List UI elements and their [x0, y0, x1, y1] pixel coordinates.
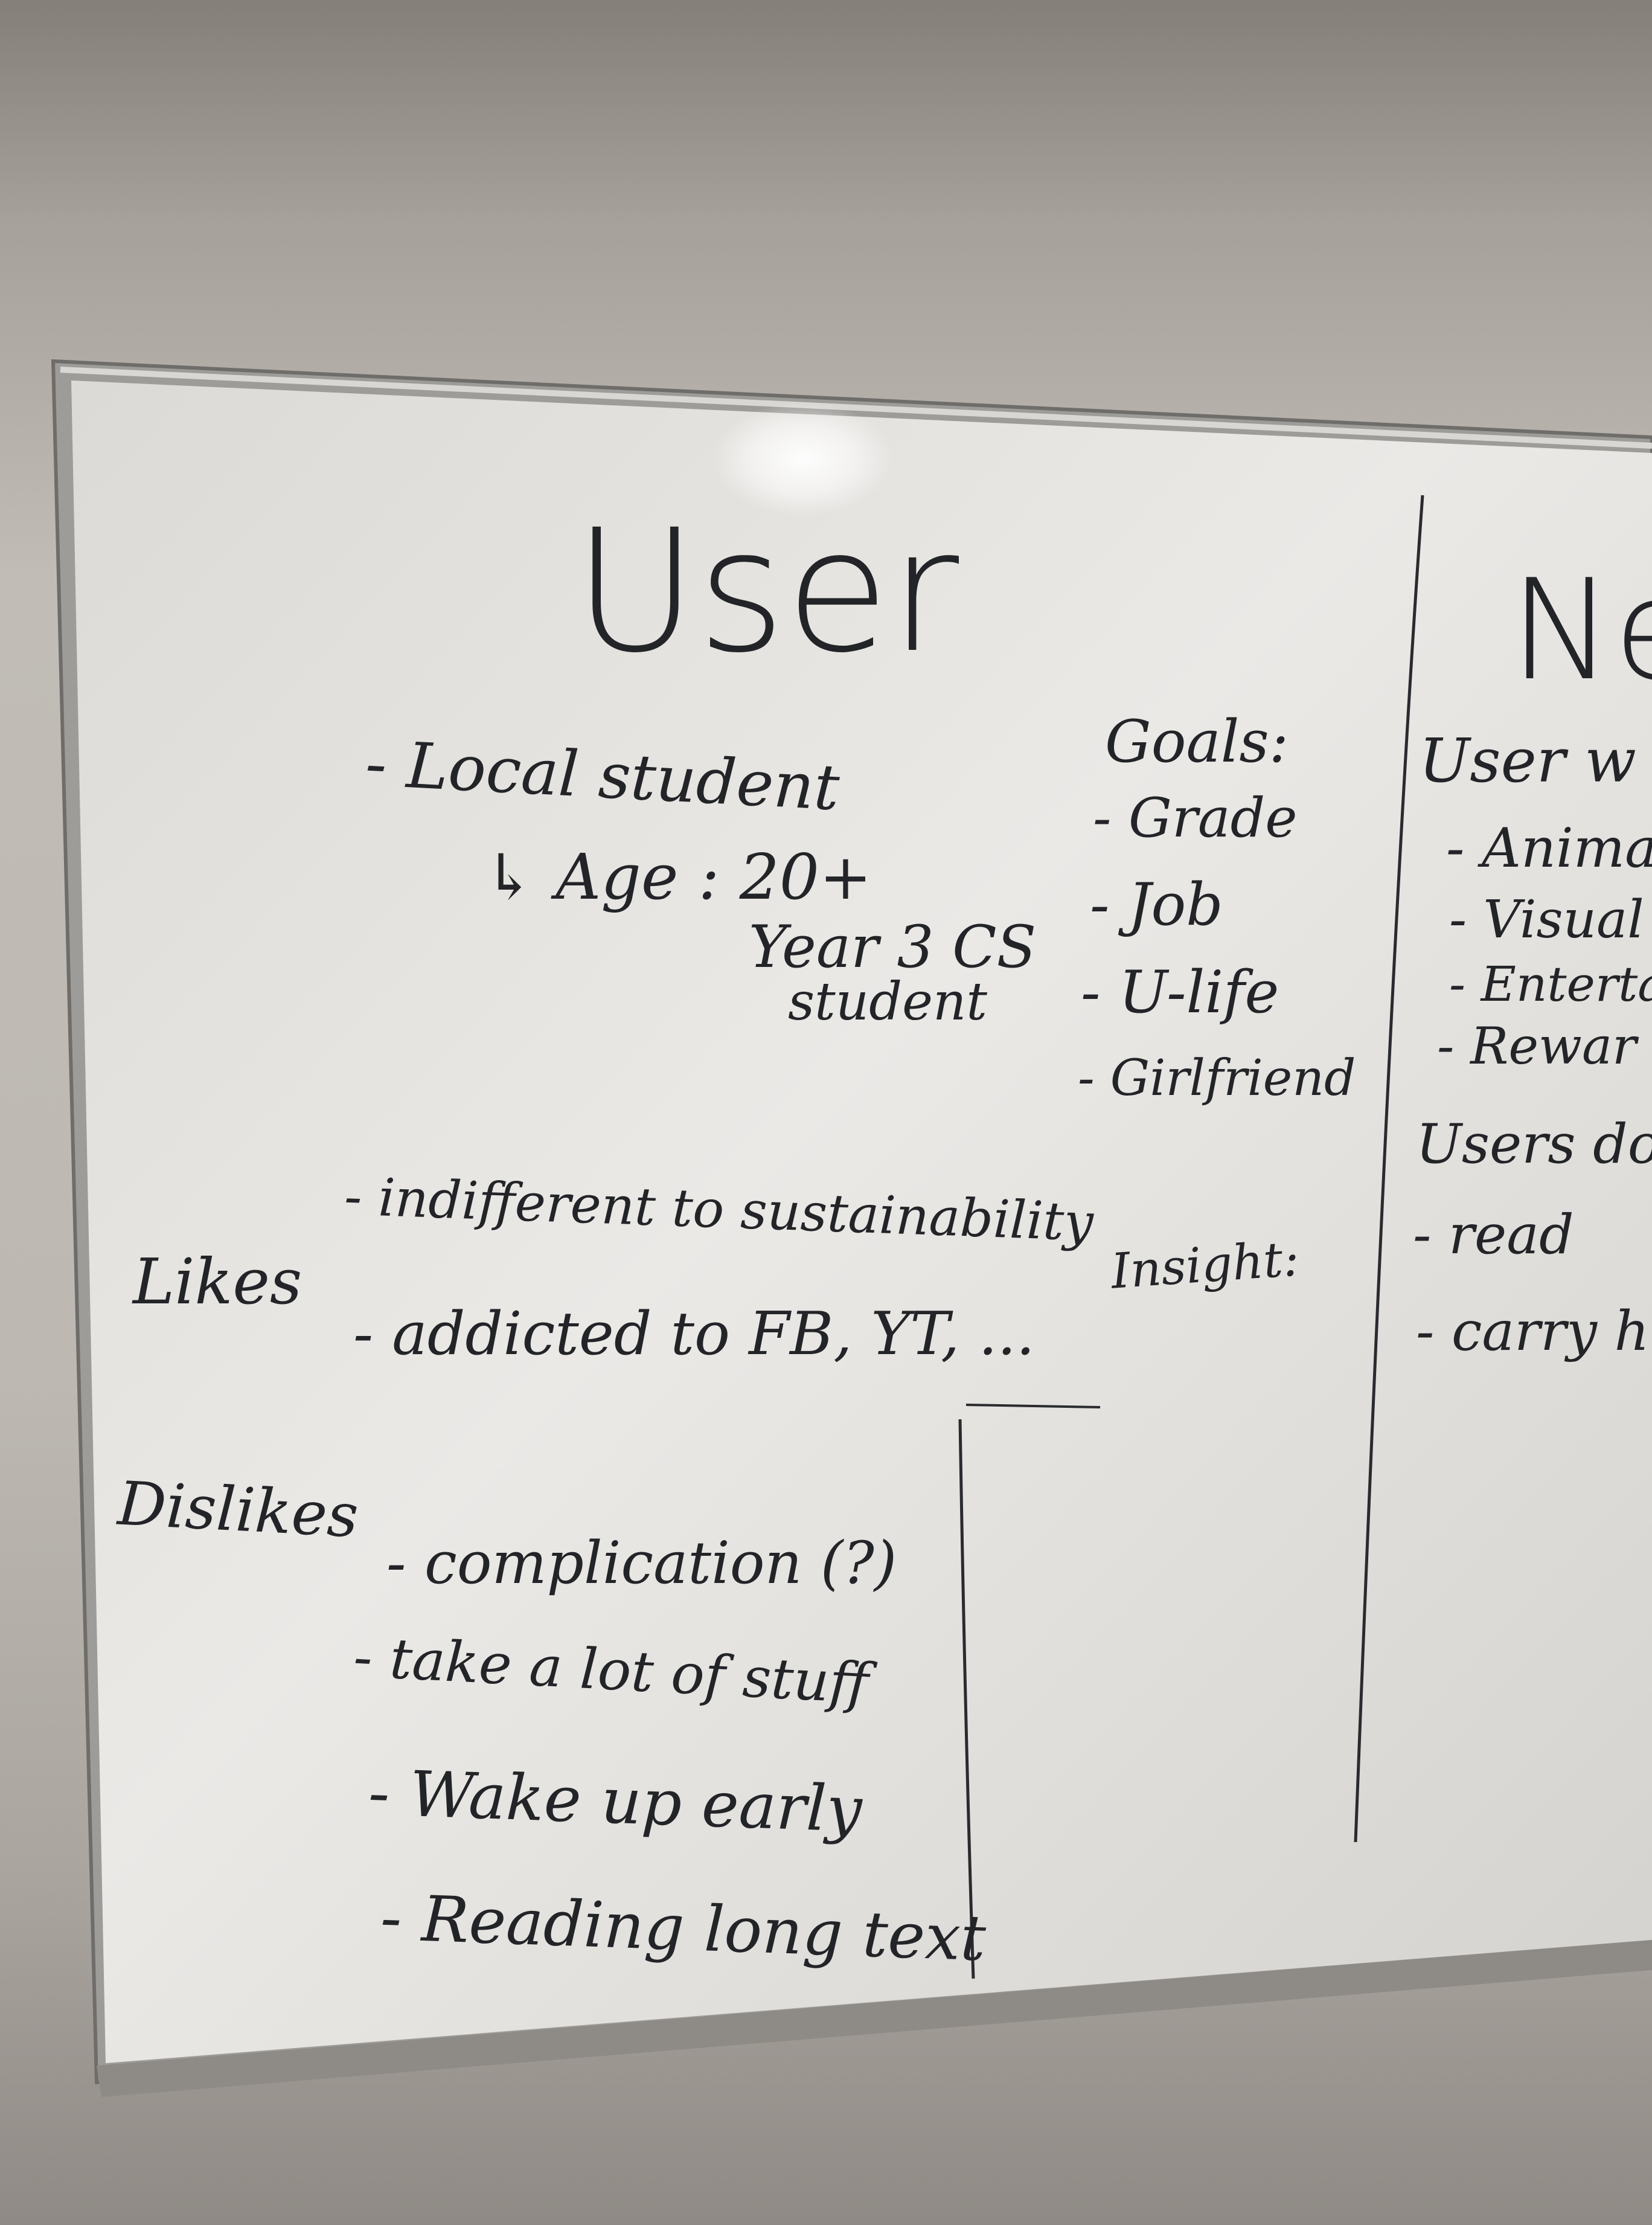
users-want-item: - Entertai: [1449, 956, 1652, 1012]
whiteboard-photo: [51, 359, 1652, 2097]
likes-label: Likes: [133, 1245, 303, 1318]
goals-heading: Goals:: [1105, 708, 1289, 775]
users-want-item: - Visual: [1449, 890, 1644, 950]
dislikes-item: - complication (?): [386, 1529, 897, 1597]
users-do-heading: Users do: [1416, 1112, 1652, 1176]
profile-student: student: [788, 972, 987, 1032]
dislikes-item: - Reading long text: [379, 1880, 987, 1976]
users-do-item: - read: [1413, 1203, 1574, 1267]
dislikes-item: - Wake up early: [367, 1755, 863, 1847]
profile-age: ↳ Age : 20+: [483, 840, 872, 914]
goal-item: - Grade: [1093, 786, 1298, 850]
users-do-item: - carry h: [1416, 1300, 1650, 1363]
likes-item: - addicted to FB, YT, ...: [353, 1300, 1035, 1369]
goal-item: - U-life: [1081, 958, 1279, 1026]
needs-title: Ne: [1510, 550, 1652, 711]
users-want-item: - Rewar: [1437, 1016, 1637, 1076]
goal-item: - Job: [1090, 871, 1223, 939]
user-title: User: [574, 493, 959, 690]
profile-year: Year 3 CS: [749, 913, 1037, 981]
users-want-heading: User w: [1419, 725, 1636, 796]
insight-label: Insight:: [1109, 1230, 1301, 1300]
dislikes-label: Dislikes: [116, 1468, 360, 1552]
users-want-item: - Anima: [1446, 817, 1652, 880]
goal-item: - Girlfriend: [1078, 1050, 1356, 1107]
